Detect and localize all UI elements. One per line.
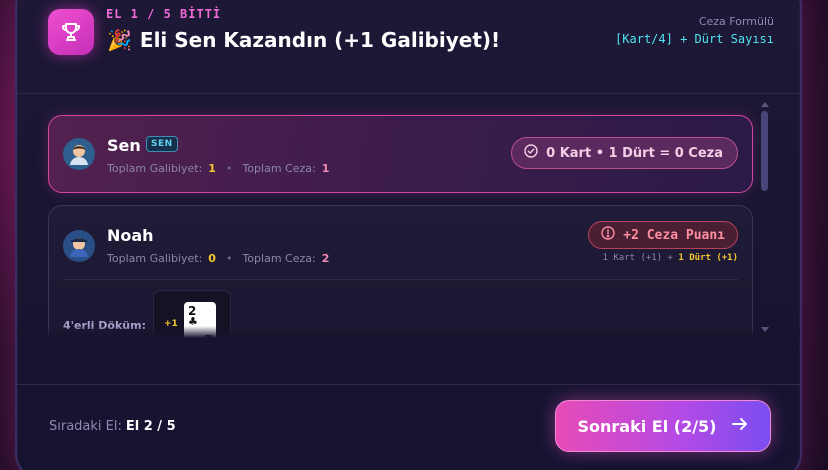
you-badge: SEN [146,136,178,152]
scroll-down-arrow-icon[interactable] [761,327,769,332]
penalty-formula: [Kart/4] + Dürt Sayısı [615,32,774,46]
penalty-text: +2 Ceza Puanı [623,227,725,243]
avatar [63,230,95,262]
breakdown-cards: 1 Kart (+1) + [602,253,673,263]
player-stats: Toplam Galibiyet: 0 • Toplam Ceza: 2 [107,252,329,265]
total-wins-value: 0 [208,252,216,265]
penalty-breakdown: 1 Kart (+1) + 1 Dürt (+1) [603,253,738,263]
player-name: Sen [107,136,141,155]
player-row-you: Sen SEN Toplam Galibiyet: 1 • Toplam Cez… [48,115,753,193]
penalty-badge: +2 Ceza Puanı [588,221,738,249]
total-wins-label: Toplam Galibiyet: [107,252,203,265]
page-title: 🎉 Eli Sen Kazandın (+1 Galibiyet)! [107,28,500,52]
round-status-label: EL 1 / 5 BİTTİ [106,7,222,21]
round-result-badge: 0 Kart • 1 Dürt = 0 Ceza [511,137,738,169]
total-penalty-value: 2 [321,252,330,265]
alert-circle-icon [601,226,615,244]
modal-footer: Sıradaki El: El 2 / 5 Sonraki El (2/5) [17,384,800,470]
next-round-button[interactable]: Sonraki El (2/5) [555,400,771,452]
separator-dot: • [225,162,233,175]
page-title-text: Eli Sen Kazandın (+1 Galibiyet)! [139,28,501,52]
arrow-right-icon [731,416,749,436]
scroll-up-arrow-icon[interactable] [761,102,769,107]
trophy-icon [48,9,94,55]
list-fade [17,326,800,338]
next-round-value: El 2 / 5 [125,419,176,434]
player-name: Noah [107,226,154,245]
check-circle-icon [524,144,538,162]
breakdown-durt: 1 Dürt (+1) [678,253,738,263]
scroll-thumb[interactable] [761,111,768,191]
row-divider [63,279,738,280]
player-stats: Toplam Galibiyet: 1 • Toplam Ceza: 1 [107,162,329,175]
list-scrollbar[interactable] [760,95,770,338]
party-popper-icon: 🎉 [107,28,132,52]
modal-header: EL 1 / 5 BİTTİ 🎉 Eli Sen Kazandın (+1 Ga… [17,2,800,94]
round-result-modal: EL 1 / 5 BİTTİ 🎉 Eli Sen Kazandın (+1 Ga… [15,0,802,470]
avatar [63,138,95,170]
player-row-noah: Noah Toplam Galibiyet: 0 • Toplam Ceza: … [48,205,753,338]
penalty-formula-label: Ceza Formülü [698,15,774,28]
round-result-text: 0 Kart • 1 Dürt = 0 Ceza [546,145,723,161]
total-penalty-label: Toplam Ceza: [242,162,316,175]
total-penalty-label: Toplam Ceza: [242,252,316,265]
next-round-label: Sıradaki El: [49,419,122,434]
total-penalty-value: 1 [321,162,330,175]
next-round-indicator: Sıradaki El: El 2 / 5 [49,419,176,434]
total-wins-label: Toplam Galibiyet: [107,162,203,175]
next-round-button-label: Sonraki El (2/5) [577,416,717,436]
total-wins-value: 1 [208,162,216,175]
separator-dot: • [225,252,233,265]
player-results-list[interactable]: Sen SEN Toplam Galibiyet: 1 • Toplam Cez… [17,95,800,338]
